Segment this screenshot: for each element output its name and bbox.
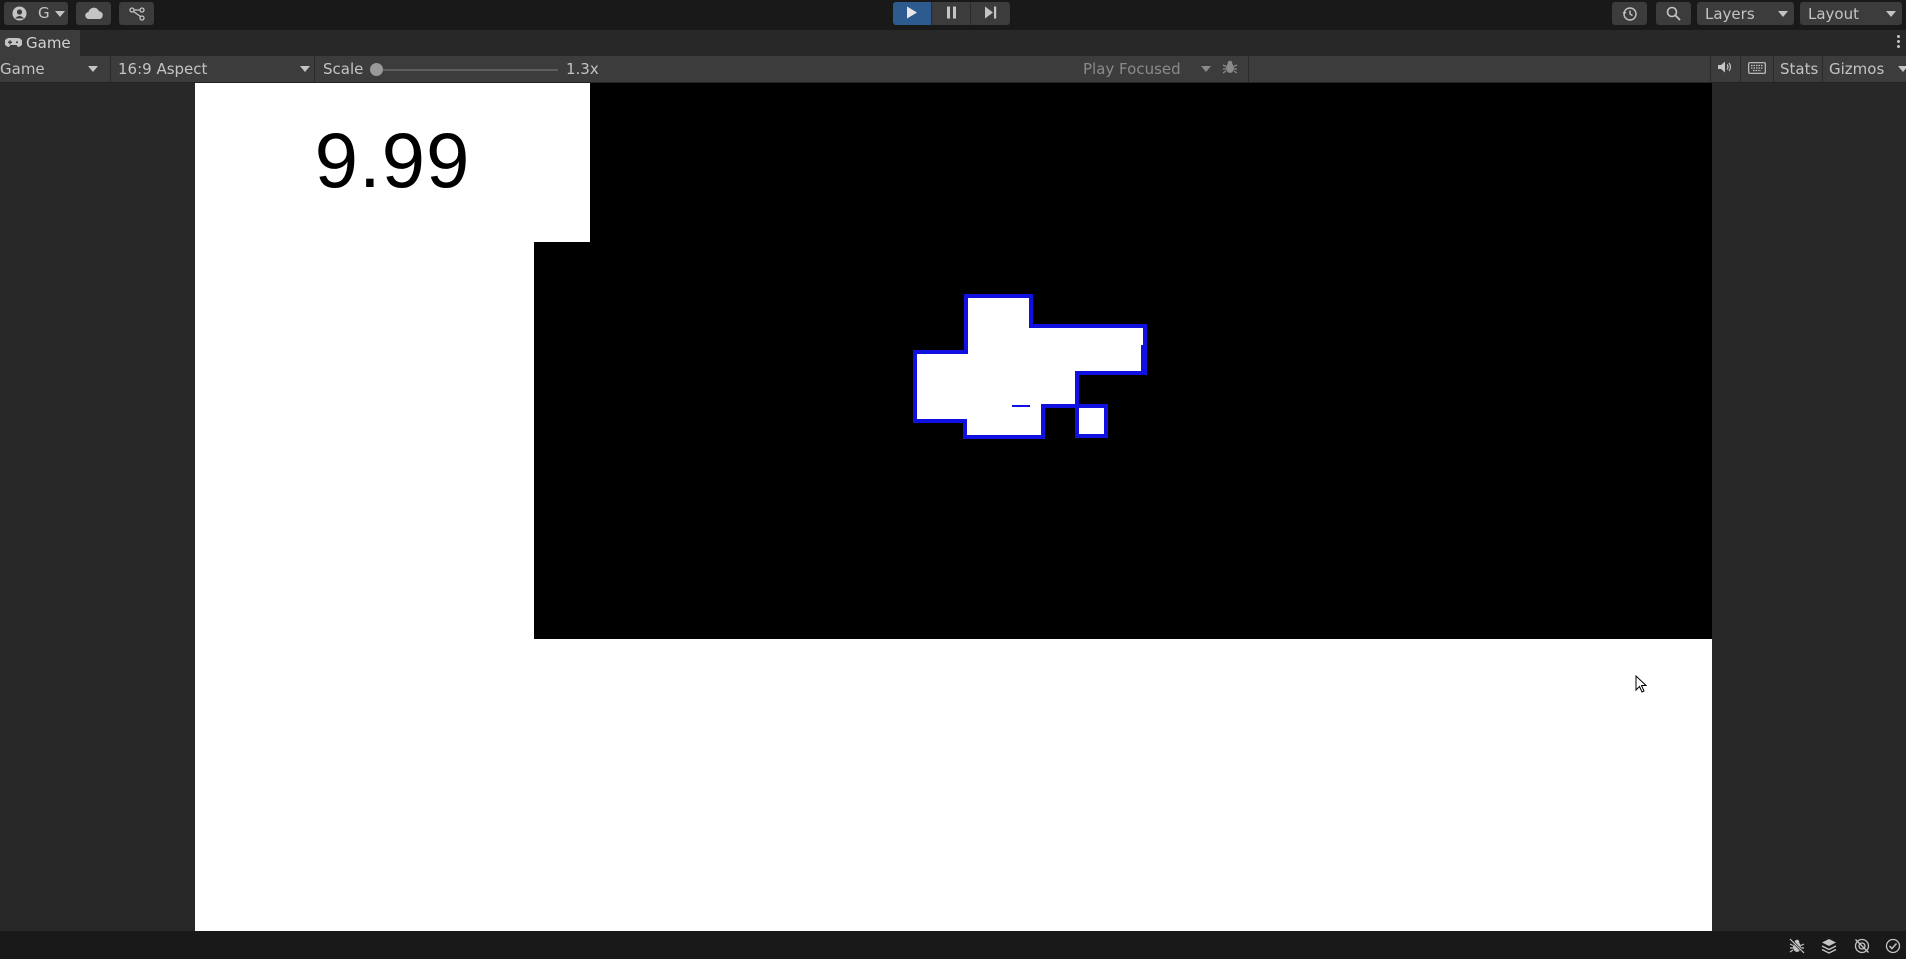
divider: [1773, 56, 1774, 82]
gamepad-icon: [4, 34, 23, 52]
cloud-button[interactable]: [76, 2, 111, 25]
divider: [1740, 56, 1741, 82]
more-options-icon[interactable]: [1897, 35, 1901, 51]
shortcuts-toggle[interactable]: [1748, 56, 1766, 82]
game-background: [534, 83, 1712, 639]
chevron-down-icon: [1778, 11, 1788, 17]
check-circle-icon[interactable]: [1885, 938, 1901, 954]
score-display: 9.99: [314, 116, 471, 204]
chevron-down-icon: [1886, 11, 1896, 17]
playmode-controls: [893, 2, 1010, 25]
step-button[interactable]: [971, 2, 1010, 25]
gizmos-label: Gizmos: [1829, 60, 1885, 78]
divider: [1248, 56, 1249, 82]
pause-icon: [946, 4, 957, 23]
auto-generate-lighting-off-icon[interactable]: [1854, 938, 1870, 954]
unity-editor-window: G Layers Layout Game Game 16:9 Aspect Sc…: [0, 0, 1906, 959]
undo-history-button[interactable]: [1612, 2, 1647, 25]
debug-toggle[interactable]: [1222, 56, 1238, 82]
display-mode-label: Game: [0, 60, 45, 78]
account-dropdown[interactable]: G: [4, 2, 68, 25]
divider: [1710, 56, 1711, 82]
chevron-down-icon: [88, 66, 98, 72]
search-button[interactable]: [1656, 2, 1691, 25]
chevron-down-icon: [300, 66, 310, 72]
layers-label: Layers: [1705, 5, 1755, 23]
bug-icon: [1222, 59, 1238, 79]
layout-label: Layout: [1808, 5, 1859, 23]
layers-dropdown[interactable]: Layers: [1697, 2, 1794, 25]
divider: [110, 56, 111, 82]
divider: [314, 56, 315, 82]
cloud-icon: [84, 7, 104, 20]
debugger-off-icon[interactable]: [1789, 938, 1805, 954]
search-icon: [1666, 6, 1681, 21]
chevron-down-icon: [1898, 66, 1906, 72]
play-button[interactable]: [893, 2, 932, 25]
score-panel: 9.99: [195, 83, 590, 242]
mute-audio-toggle[interactable]: [1717, 56, 1733, 82]
account-icon: [12, 6, 27, 21]
play-icon: [906, 4, 918, 23]
scale-label: Scale: [323, 60, 364, 78]
chevron-down-icon: [1201, 66, 1211, 72]
aspect-label: 16:9 Aspect: [118, 60, 208, 78]
tab-game[interactable]: Game: [0, 30, 80, 56]
step-icon: [984, 4, 997, 23]
scale-slider-handle[interactable]: [370, 63, 383, 76]
play-focused-label: Play Focused: [1083, 60, 1181, 78]
scale-value: 1.3x: [566, 60, 599, 78]
layout-dropdown[interactable]: Layout: [1800, 2, 1902, 25]
player-block-shape: [913, 294, 1147, 439]
display-mode-dropdown[interactable]: Game: [0, 56, 106, 82]
window-tab-bar: Game: [0, 30, 1906, 56]
chevron-down-icon: [55, 11, 65, 17]
scale-slider-track[interactable]: [376, 69, 558, 71]
version-control-button[interactable]: [119, 2, 154, 25]
mouse-cursor-icon: [1635, 674, 1648, 697]
keyboard-icon: [1748, 60, 1766, 78]
stats-button[interactable]: Stats: [1780, 56, 1818, 82]
speaker-icon: [1717, 60, 1733, 78]
status-bar: [0, 931, 1906, 959]
branch-icon: [128, 6, 145, 21]
history-icon: [1622, 6, 1638, 22]
tab-title: Game: [26, 34, 71, 52]
game-render-area[interactable]: 9.99: [195, 83, 1712, 931]
gizmos-dropdown[interactable]: Gizmos: [1829, 56, 1906, 82]
layers-stack-icon[interactable]: [1821, 938, 1837, 954]
aspect-dropdown[interactable]: 16:9 Aspect: [118, 56, 312, 82]
pause-button[interactable]: [932, 2, 971, 25]
play-focused-dropdown[interactable]: Play Focused: [1083, 56, 1213, 82]
main-toolbar: G Layers Layout: [0, 0, 1906, 30]
game-view-toolbar: Game 16:9 Aspect Scale 1.3x Play Focused: [0, 56, 1906, 83]
game-viewport[interactable]: 9.99: [0, 83, 1906, 931]
divider: [1822, 56, 1823, 82]
account-label: G: [38, 4, 50, 22]
